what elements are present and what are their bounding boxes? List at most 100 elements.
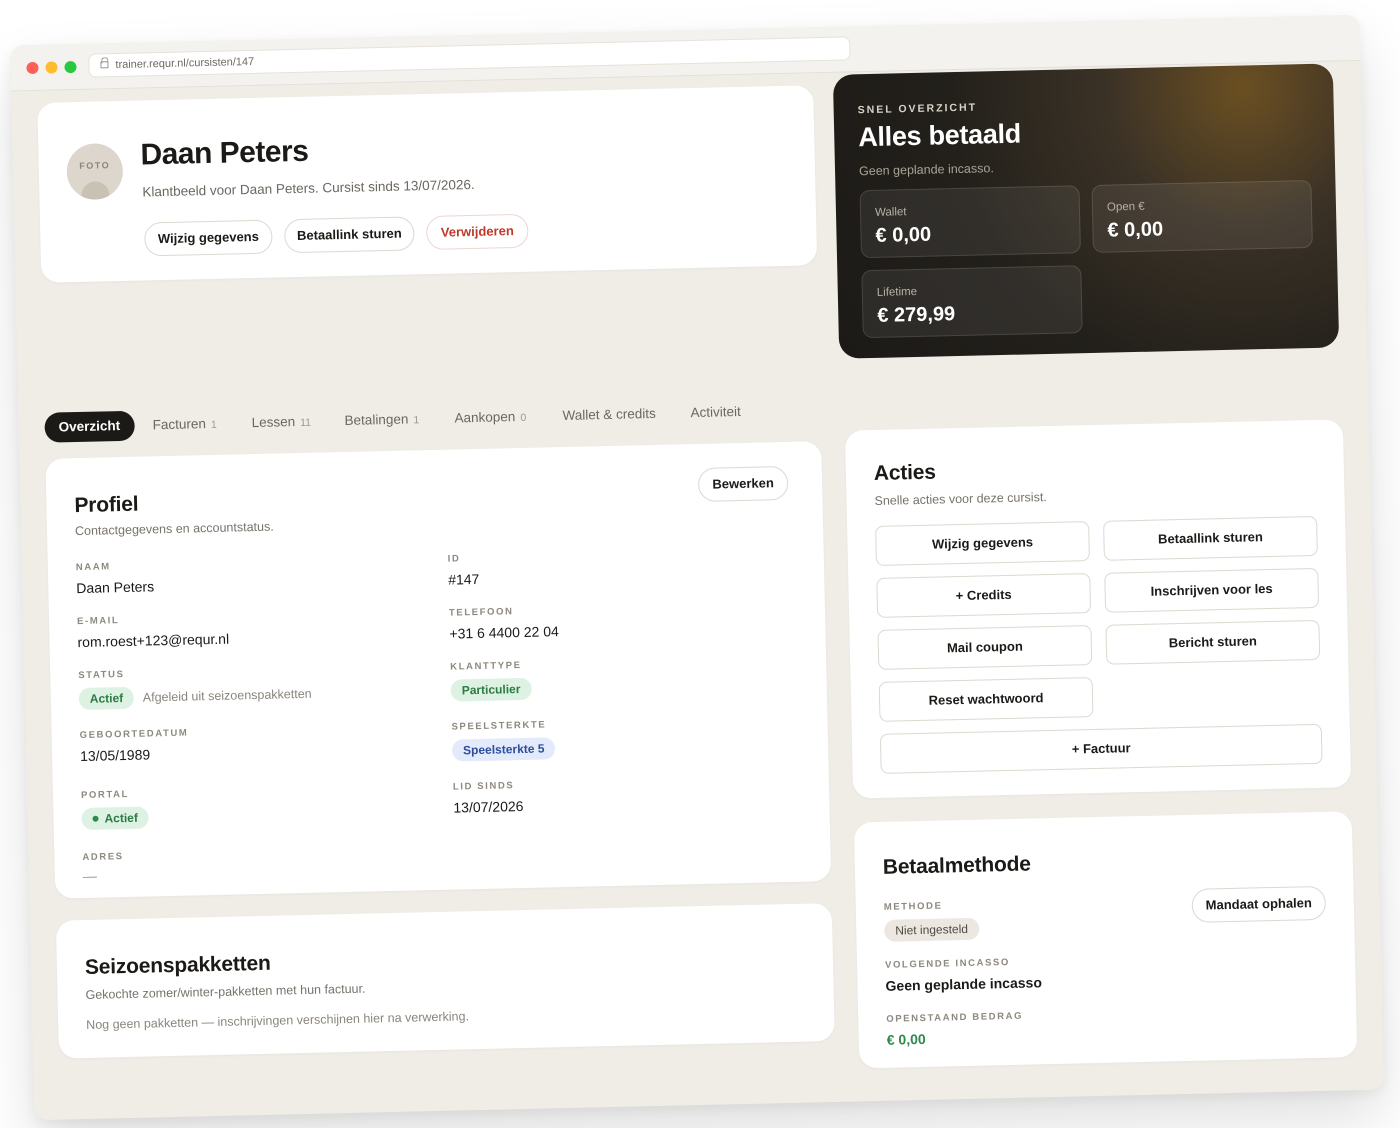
active-dot-icon bbox=[92, 815, 99, 822]
action-message-button[interactable]: Bericht sturen bbox=[1105, 619, 1321, 665]
fetch-mandate-button[interactable]: Mandaat ophalen bbox=[1191, 885, 1327, 923]
field-value-email: rom.roest+123@requr.nl bbox=[77, 630, 230, 651]
action-invoice-button[interactable]: + Factuur bbox=[879, 723, 1323, 774]
status-note: Afgeleid uit seizoenspakketten bbox=[142, 686, 312, 705]
delete-button[interactable]: Verwijderen bbox=[425, 213, 529, 251]
tab-overzicht[interactable]: Overzicht bbox=[44, 410, 135, 443]
portal-badge: Actief bbox=[81, 806, 150, 831]
field-label-telefoon: TELEFOON bbox=[448, 606, 514, 619]
stat-label: Wallet bbox=[874, 206, 907, 219]
field-label-adres: ADRES bbox=[82, 851, 124, 864]
field-value-naam: Daan Peters bbox=[76, 578, 155, 597]
season-empty-note: Nog geen pakketten — inschrijvingen vers… bbox=[86, 1009, 470, 1032]
field-label-methode: METHODE bbox=[883, 900, 943, 913]
tab-label: Overzicht bbox=[58, 418, 121, 435]
field-value-id: #147 bbox=[448, 570, 480, 588]
tab-label: Activiteit bbox=[690, 403, 741, 421]
profile-title: Profiel bbox=[74, 492, 139, 518]
tab-count: 1 bbox=[210, 418, 217, 431]
payment-title: Betaalmethode bbox=[882, 852, 1032, 879]
actions-card: Acties Snelle acties voor deze cursist. … bbox=[844, 419, 1352, 799]
action-coupon-button[interactable]: Mail coupon bbox=[877, 625, 1093, 670]
action-credits-button[interactable]: + Credits bbox=[876, 573, 1092, 618]
profile-card: Profiel Contactgegevens en accountstatus… bbox=[45, 441, 832, 899]
action-edit-button[interactable]: Wijzig gegevens bbox=[875, 521, 1090, 566]
customer-name: Daan Peters bbox=[140, 134, 309, 172]
field-label-next-collection: VOLGENDE INCASSO bbox=[884, 957, 1011, 971]
tab-count: 0 bbox=[520, 411, 527, 424]
stat-label: Open € bbox=[1106, 200, 1145, 214]
field-label-portal: PORTAL bbox=[80, 788, 130, 802]
field-label-outstanding: OPENSTAAND BEDRAG bbox=[886, 1010, 1024, 1025]
screenshot-stage: trainer.requr.nl/cursisten/147 FOTO Daan… bbox=[0, 0, 1400, 1128]
field-label-lid-sinds: LID SINDS bbox=[452, 780, 515, 793]
tab-wallet-credits[interactable]: Wallet & credits bbox=[562, 399, 656, 431]
stat-lifetime: Lifetime € 279,99 bbox=[861, 265, 1083, 339]
stat-value: € 0,00 bbox=[1107, 218, 1164, 242]
payment-method-card: Betaalmethode Mandaat ophalen METHODE Ni… bbox=[853, 811, 1358, 1069]
field-value-adres: — bbox=[82, 867, 98, 885]
field-label-id: ID bbox=[447, 553, 461, 565]
portal-badge-label: Actief bbox=[104, 810, 139, 826]
address-bar[interactable]: trainer.requr.nl/cursisten/147 bbox=[88, 36, 851, 78]
tab-lessen[interactable]: Lessen 11 bbox=[251, 407, 311, 438]
avatar: FOTO bbox=[66, 142, 124, 201]
tab-label: Lessen bbox=[251, 414, 296, 431]
stat-value: € 0,00 bbox=[875, 223, 932, 247]
tab-label: Betalingen bbox=[344, 411, 409, 428]
lock-icon bbox=[100, 61, 109, 69]
next-collection-value: Geen geplande incasso bbox=[885, 974, 1043, 994]
field-value-geboortedatum: 13/05/1989 bbox=[79, 746, 151, 765]
stat-label: Lifetime bbox=[876, 285, 918, 299]
tab-count: 1 bbox=[413, 414, 420, 427]
action-enroll-button[interactable]: Inschrijven voor les bbox=[1104, 567, 1320, 613]
quick-overview-card: SNEL OVERZICHT Alles betaald Geen geplan… bbox=[832, 63, 1340, 359]
klanttype-badge: Particulier bbox=[450, 677, 532, 702]
minimize-window-icon[interactable] bbox=[45, 61, 58, 74]
field-label-geboortedatum: GEBOORTEDATUM bbox=[79, 727, 189, 742]
overview-eyebrow: SNEL OVERZICHT bbox=[857, 101, 978, 117]
actions-title: Acties bbox=[873, 460, 937, 485]
field-label-naam: NAAM bbox=[75, 561, 111, 574]
field-value-lid-sinds: 13/07/2026 bbox=[453, 798, 524, 816]
field-label-speelsterkte: SPEELSTERKTE bbox=[451, 719, 547, 733]
edit-details-button[interactable]: Wijzig gegevens bbox=[144, 219, 273, 257]
profile-subtitle: Contactgegevens en accountstatus. bbox=[74, 519, 274, 539]
field-value-telefoon: +31 6 4400 22 04 bbox=[449, 623, 559, 642]
stat-open: Open € € 0,00 bbox=[1091, 179, 1313, 253]
season-subtitle: Gekochte zomer/winter-pakketten met hun … bbox=[85, 981, 366, 1002]
tab-label: Wallet & credits bbox=[562, 405, 656, 424]
tab-betalingen[interactable]: Betalingen 1 bbox=[344, 404, 419, 436]
tab-bar: Overzicht Facturen 1 Lessen 11 Betalingen 1… bbox=[44, 404, 741, 445]
overview-title: Alles betaald bbox=[857, 118, 1022, 153]
stat-value: € 279,99 bbox=[877, 303, 956, 327]
tab-aankopen[interactable]: Aankopen 0 bbox=[454, 402, 526, 434]
browser-window: trainer.requr.nl/cursisten/147 FOTO Daan… bbox=[9, 14, 1385, 1121]
speelsterkte-badge: Speelsterkte 5 bbox=[451, 737, 556, 762]
season-packages-card: Seizoenspakketten Gekochte zomer/winter-… bbox=[55, 903, 835, 1059]
close-window-icon[interactable] bbox=[26, 61, 39, 75]
action-reset-password-button[interactable]: Reset wachtwoord bbox=[878, 677, 1094, 722]
avatar-label: FOTO bbox=[79, 160, 111, 171]
tab-count: 11 bbox=[300, 416, 312, 429]
send-paylink-button[interactable]: Betaallink sturen bbox=[283, 216, 415, 254]
field-label-status: STATUS bbox=[78, 669, 125, 682]
season-title: Seizoenspakketten bbox=[84, 951, 271, 979]
field-label-email: E-MAIL bbox=[76, 615, 120, 628]
action-paylink-button[interactable]: Betaallink sturen bbox=[1103, 515, 1318, 561]
customer-header-card: FOTO Daan Peters Klantbeeld voor Daan Pe… bbox=[37, 85, 818, 283]
customer-subline: Klantbeeld voor Daan Peters. Cursist sin… bbox=[142, 176, 475, 200]
field-label-klanttype: KLANTTYPE bbox=[450, 660, 522, 673]
method-badge: Niet ingesteld bbox=[884, 917, 980, 942]
status-badge: Actief bbox=[78, 686, 135, 711]
avatar-person-icon bbox=[81, 181, 110, 201]
url-text: trainer.requr.nl/cursisten/147 bbox=[115, 55, 255, 72]
actions-subtitle: Snelle acties voor deze cursist. bbox=[874, 490, 1047, 508]
overview-subtitle: Geen geplande incasso. bbox=[858, 161, 995, 179]
profile-edit-button[interactable]: Bewerken bbox=[697, 465, 789, 502]
tab-facturen[interactable]: Facturen 1 bbox=[152, 409, 217, 440]
outstanding-amount: € 0,00 bbox=[886, 1030, 926, 1048]
stat-wallet: Wallet € 0,00 bbox=[859, 185, 1081, 259]
maximize-window-icon[interactable] bbox=[64, 60, 77, 74]
tab-activiteit[interactable]: Activiteit bbox=[690, 397, 741, 428]
